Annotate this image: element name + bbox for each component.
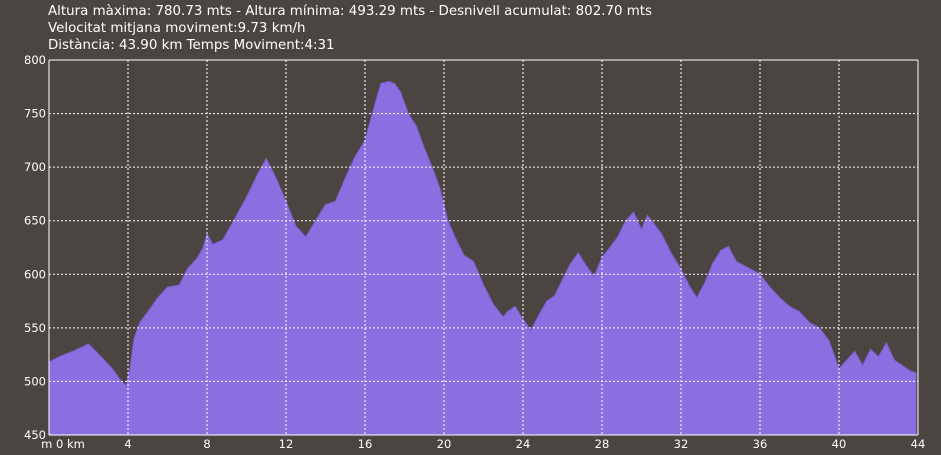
y-tick-label: 800 [24, 53, 46, 67]
x-tick-label: 32 [674, 437, 689, 451]
x-tick-label: m 0 km [41, 437, 85, 451]
y-tick-label: 700 [24, 160, 46, 174]
x-tick-label: 20 [437, 437, 452, 451]
x-tick-label: 36 [753, 437, 768, 451]
x-tick-label: 24 [516, 437, 531, 451]
x-tick-label: 8 [203, 437, 210, 451]
x-tick-label: 12 [279, 437, 294, 451]
x-tick-label: 44 [911, 437, 926, 451]
y-tick-label: 600 [24, 267, 46, 281]
x-tick-label: 16 [358, 437, 373, 451]
y-tick-label: 500 [24, 374, 46, 388]
x-tick-label: 28 [595, 437, 610, 451]
y-tick-label: 550 [24, 321, 46, 335]
elevation-profile-chart: 450500550600650700750800m 0 km 4 8 12 16 20 24… [24, 53, 926, 451]
x-tick-label: 40 [832, 437, 847, 451]
plot-area [48, 80, 917, 436]
y-tick-label: 750 [24, 107, 46, 121]
x-tick-label: 4 [124, 437, 131, 451]
y-tick-label: 650 [24, 214, 46, 228]
elevation-area [48, 80, 917, 436]
